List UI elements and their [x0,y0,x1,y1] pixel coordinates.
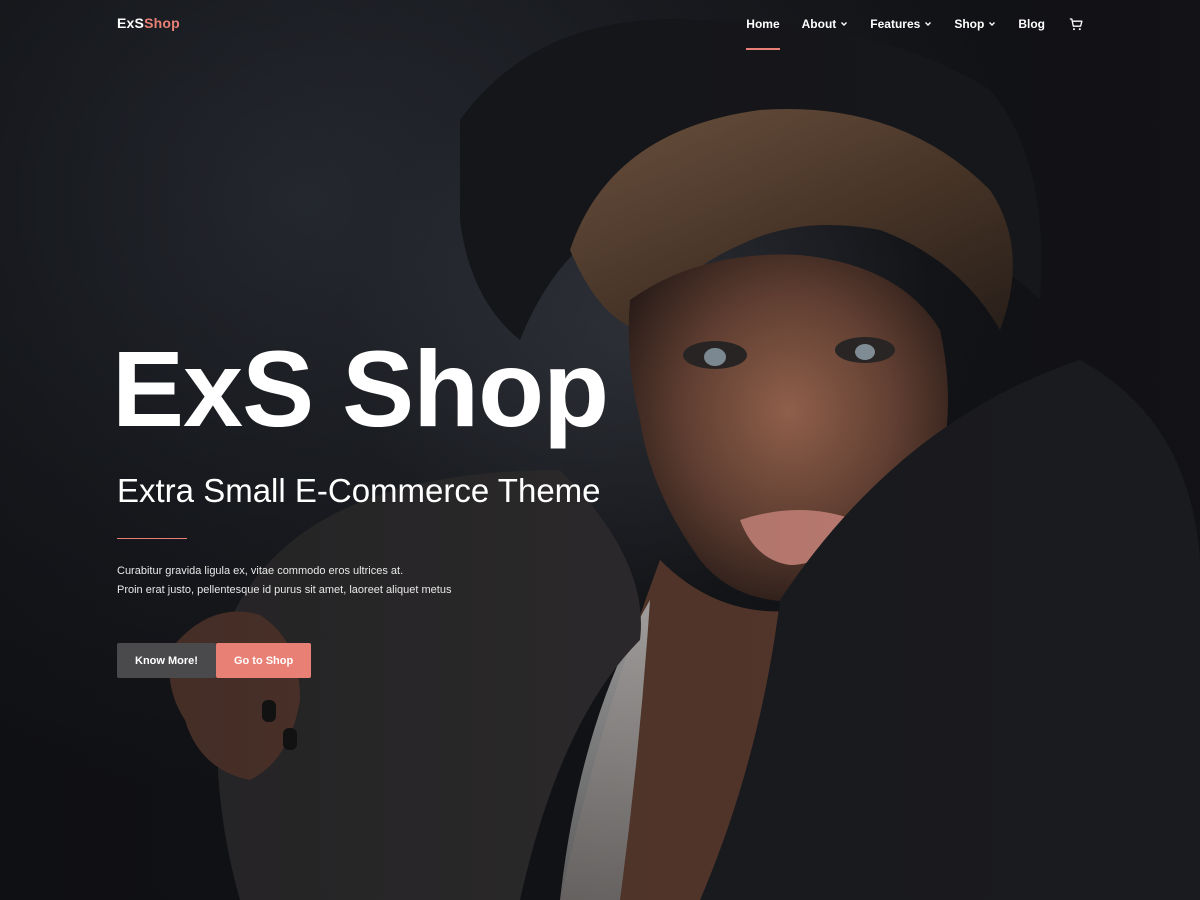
chevron-down-icon [925,22,932,26]
chevron-down-icon [989,22,996,26]
image-overlay [0,0,1200,900]
hero-subtitle: Extra Small E-Commerce Theme [117,472,601,509]
hero-title: ExS Shop [112,328,609,449]
nav-item-about[interactable]: About [802,0,849,48]
hero-section: ExSShop Home About Features Shop Blog Ex… [0,0,1200,900]
hero-buttons: Know More! Go to Shop [117,643,312,678]
nav-item-label: Home [746,17,780,31]
nav-item-features[interactable]: Features [870,0,932,48]
site-header: ExSShop Home About Features Shop Blog [0,0,1200,50]
logo-text-accent: Shop [144,15,180,31]
go-to-shop-button[interactable]: Go to Shop [215,643,312,678]
hero-description: Curabitur gravida ligula ex, vitae commo… [117,562,451,600]
cart-button[interactable] [1069,0,1083,48]
site-logo[interactable]: ExSShop [117,15,180,31]
nav-item-label: Features [870,17,921,31]
nav-item-blog[interactable]: Blog [1018,0,1045,48]
nav-item-label: Blog [1018,17,1045,31]
nav-item-shop[interactable]: Shop [954,0,996,48]
nav-item-home[interactable]: Home [746,0,780,50]
know-more-button[interactable]: Know More! [117,643,216,678]
chevron-down-icon [841,22,848,26]
hero-divider [117,538,187,539]
main-navigation: Home About Features Shop Blog [724,0,1083,50]
logo-text-main: ExS [117,15,145,31]
hero-description-line: Proin erat justo, pellentesque id purus … [117,584,452,596]
nav-item-label: About [801,17,837,31]
nav-item-label: Shop [954,17,985,31]
cart-icon [1069,17,1083,30]
hero-description-line: Curabitur gravida ligula ex, vitae commo… [117,565,404,577]
